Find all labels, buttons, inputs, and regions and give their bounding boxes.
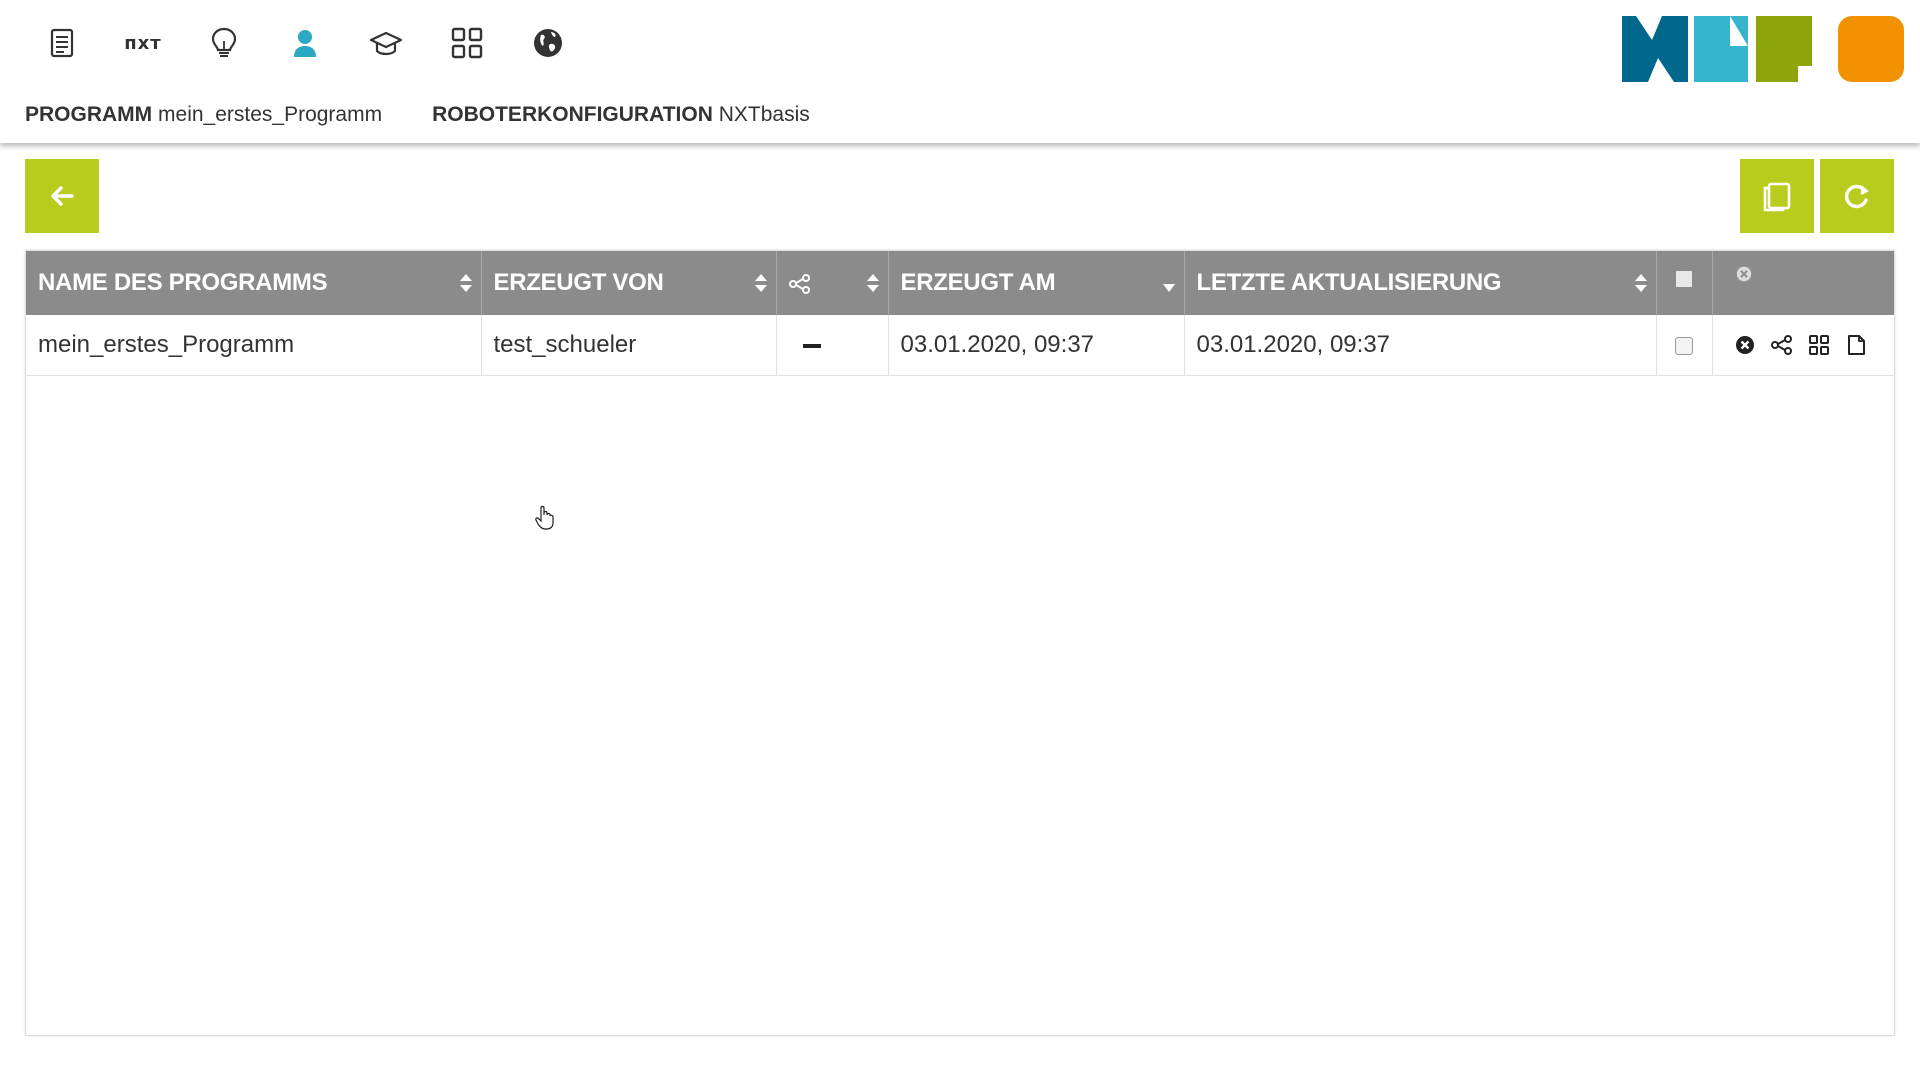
not-shared-dash xyxy=(802,343,821,348)
cell-created-by: test_schueler xyxy=(481,315,777,376)
gallery-menu-button[interactable] xyxy=(362,20,410,66)
graduation-cap-icon xyxy=(369,31,403,56)
user-menu-button[interactable] xyxy=(281,20,329,66)
share-icon xyxy=(1770,335,1792,355)
nav-icons: пхт xyxy=(38,20,605,66)
config-crumb: ROBOTERKONFIGURATION NXTbasis xyxy=(432,103,810,127)
back-button[interactable] xyxy=(25,159,99,233)
language-menu-button[interactable] xyxy=(524,20,572,66)
column-header-updated-at-label: LETZTE AKTUALISIERUNG xyxy=(1196,269,1502,296)
table-row[interactable]: mein_erstes_Programm test_schueler 03.01… xyxy=(26,315,1894,376)
column-header-created-by[interactable]: ERZEUGT VON xyxy=(481,251,777,315)
column-header-created-by-label: ERZEUGT VON xyxy=(493,269,664,296)
column-header-name[interactable]: NAME DES PROGRAMMS xyxy=(26,251,482,315)
delete-button[interactable] xyxy=(1733,333,1757,357)
select-all-checkbox[interactable] xyxy=(1676,271,1692,287)
tutorial-menu-button[interactable] xyxy=(443,20,491,66)
breadcrumb: PROGRAMM mein_erstes_Programm ROBOTERKON… xyxy=(25,103,860,127)
program-label: PROGRAMM xyxy=(25,103,153,126)
sort-icon xyxy=(1634,274,1647,292)
program-table: NAME DES PROGRAMMS ERZEUGT VON ERZEUGT A… xyxy=(25,250,1895,1036)
column-header-actions xyxy=(1712,251,1894,315)
user-icon xyxy=(294,30,316,57)
refresh-icon xyxy=(1844,184,1869,209)
cell-updated-at: 03.01.2020, 09:37 xyxy=(1184,315,1657,376)
delete-icon xyxy=(1735,336,1754,354)
copy-button[interactable] xyxy=(1740,159,1814,233)
delete-selected-icon[interactable] xyxy=(1735,265,1753,283)
open-button[interactable] xyxy=(1844,333,1868,357)
arrow-left-icon xyxy=(51,186,74,206)
program-crumb: PROGRAMM mein_erstes_Programm xyxy=(25,103,382,127)
table-header-row: NAME DES PROGRAMMS ERZEUGT VON ERZEUGT A… xyxy=(26,251,1894,315)
lightbulb-icon xyxy=(211,27,237,57)
column-header-created-at[interactable]: ERZEUGT AM xyxy=(888,251,1185,315)
hand-cursor-icon xyxy=(535,505,554,530)
config-name: NXTbasis xyxy=(718,103,810,126)
share-icon xyxy=(788,273,810,294)
config-label: ROBOTERKONFIGURATION xyxy=(432,103,713,126)
list-icon xyxy=(50,28,74,58)
column-header-shared[interactable] xyxy=(776,251,889,315)
column-header-select xyxy=(1656,251,1713,315)
file-icon xyxy=(1847,335,1865,355)
sort-desc-icon xyxy=(1162,284,1175,292)
top-navbar: пхт PROGRAMM mein_erstes_Programm ROBOTE… xyxy=(0,0,1920,143)
gallery-icon xyxy=(1808,335,1829,355)
cell-shared xyxy=(776,315,889,376)
nxt-robot-label: пхт xyxy=(124,32,162,54)
copy-icon xyxy=(1763,182,1791,212)
program-name: mein_erstes_Programm xyxy=(158,103,383,126)
column-header-name-label: NAME DES PROGRAMMS xyxy=(38,269,328,296)
program-list: NAME DES PROGRAMMS ERZEUGT VON ERZEUGT A… xyxy=(26,251,1894,376)
row-actions xyxy=(1733,333,1883,357)
cell-select xyxy=(1656,315,1713,376)
globe-icon xyxy=(534,29,562,57)
robot-menu-button[interactable]: пхт xyxy=(119,20,167,66)
program-menu-button[interactable] xyxy=(38,20,86,66)
row-select-checkbox[interactable] xyxy=(1675,336,1693,355)
grid-icon xyxy=(451,27,483,59)
help-menu-button[interactable] xyxy=(200,20,248,66)
column-header-created-at-label: ERZEUGT AM xyxy=(900,269,1056,296)
cell-actions xyxy=(1712,315,1894,376)
cell-name[interactable]: mein_erstes_Programm xyxy=(26,315,482,376)
refresh-button[interactable] xyxy=(1820,159,1894,233)
gallery-button[interactable] xyxy=(1807,333,1831,357)
openroberta-logo xyxy=(1622,16,1904,82)
share-button[interactable] xyxy=(1770,333,1794,357)
cell-created-at: 03.01.2020, 09:37 xyxy=(888,315,1185,376)
sort-icon xyxy=(866,274,879,292)
column-header-updated-at[interactable]: LETZTE AKTUALISIERUNG xyxy=(1184,251,1657,315)
sort-icon xyxy=(459,274,472,292)
sort-icon xyxy=(754,274,767,292)
